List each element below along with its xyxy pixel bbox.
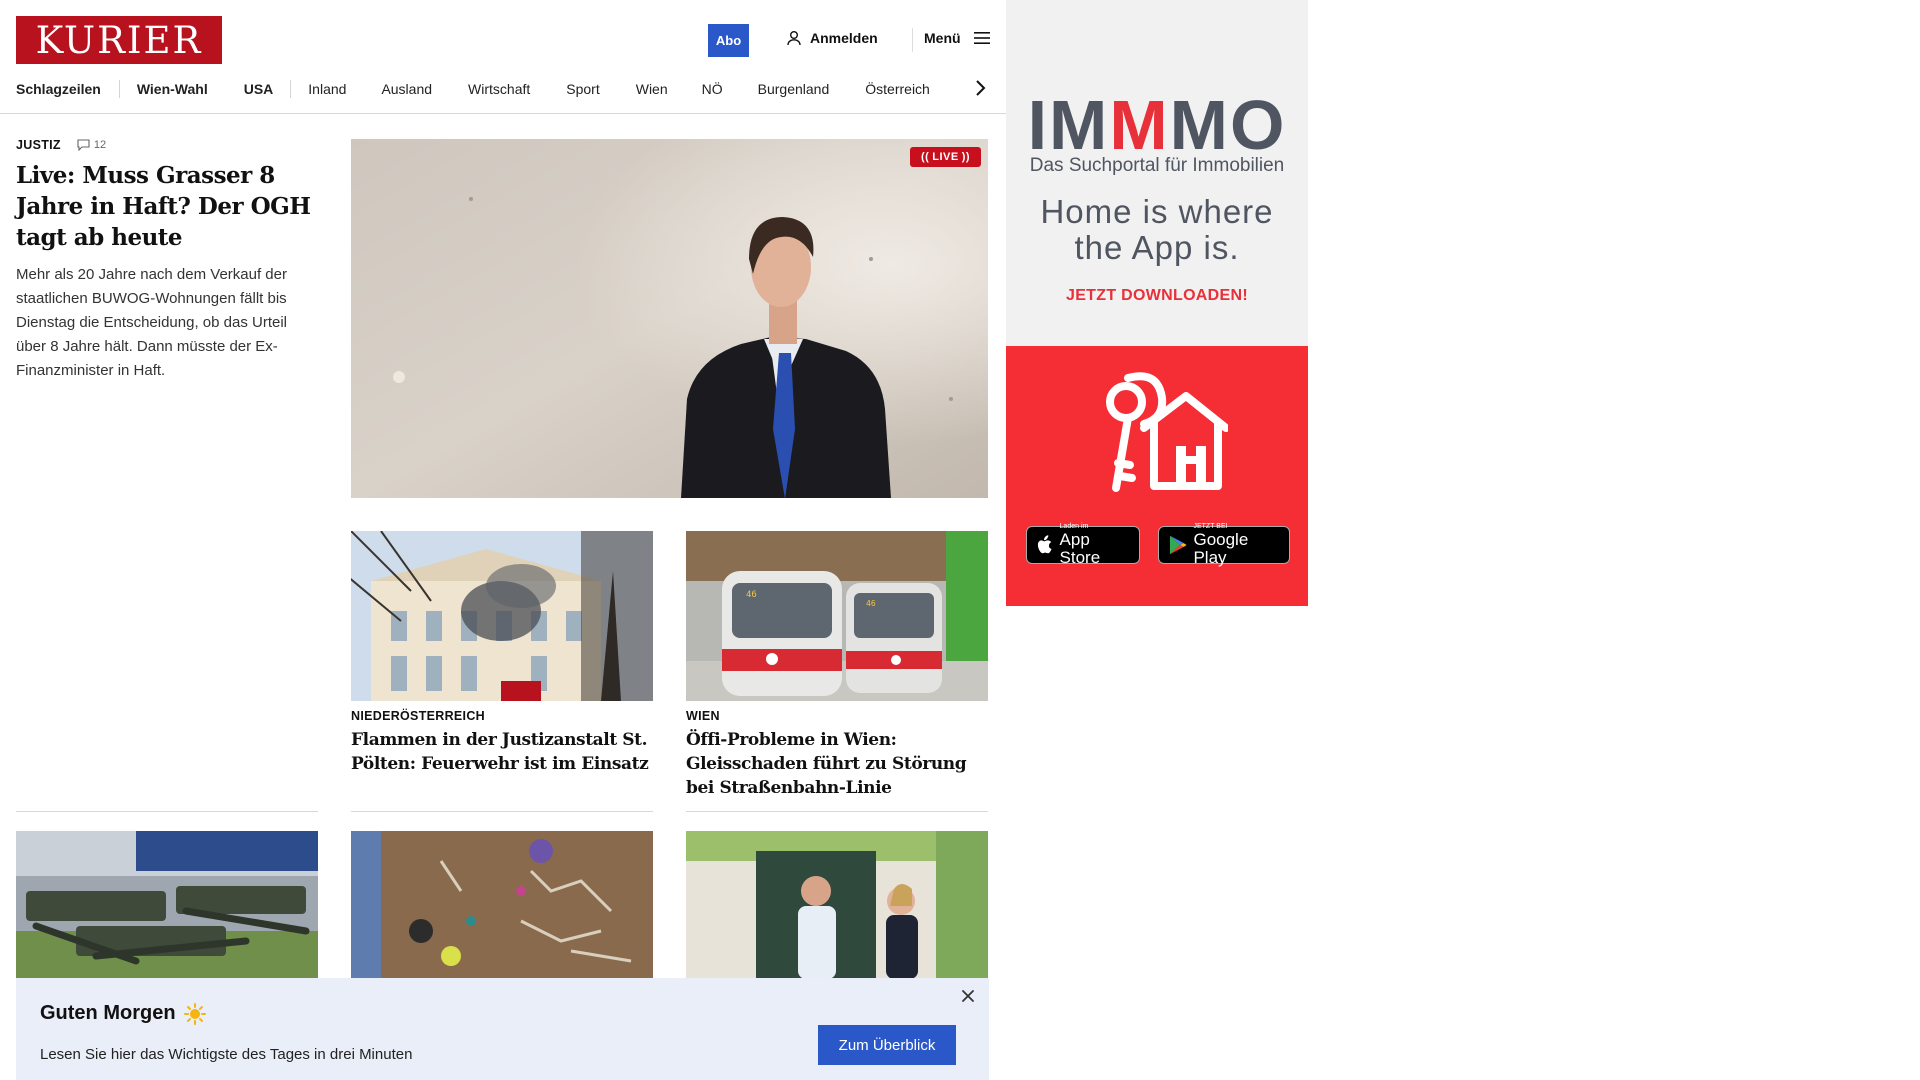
nav-item-usa[interactable]: USA: [244, 81, 274, 97]
nav-scroll-right-button[interactable]: [970, 78, 990, 98]
house-key-icon: [1106, 372, 1228, 492]
immmo-tagline: Das Suchportal für Immobilien: [1029, 155, 1285, 176]
google-play-icon: [1169, 535, 1187, 555]
nav-divider: [118, 80, 120, 98]
live-signal-icon: ((: [920, 151, 930, 163]
immmo-ad-bottom[interactable]: Laden im App Store JETZT BEI Google Play: [1006, 346, 1308, 606]
immmo-brand-part: M: [1109, 86, 1170, 164]
banner-subtitle: Lesen Sie hier das Wichtigste des Tages …: [40, 1046, 413, 1063]
article-card[interactable]: 46 46 WIEN Öffi-Probleme in Wien: Gleiss…: [686, 531, 988, 801]
nav-item-noe[interactable]: NÖ: [702, 81, 723, 97]
overview-button[interactable]: Zum Überblick: [818, 1025, 956, 1065]
google-play-label: Google Play: [1193, 530, 1249, 567]
menu-label: Menü: [924, 30, 961, 46]
immmo-ad-top[interactable]: IMMMO Das Suchportal für Immobilien Home…: [1006, 0, 1308, 346]
live-label: LIVE: [932, 151, 959, 163]
comment-count[interactable]: 12: [77, 139, 106, 151]
article-image-tram[interactable]: 46 46: [686, 531, 988, 701]
svg-text:46: 46: [866, 599, 876, 608]
lead-headline[interactable]: Live: Muss Grasser 8 Jahre in Haft? Der …: [16, 160, 316, 253]
user-icon: [787, 31, 801, 46]
immmo-headline-line: the App is.: [1074, 229, 1240, 266]
nav-bottom-border: [0, 113, 1006, 114]
immmo-headline: Home is where the App is.: [1006, 194, 1308, 266]
google-play-button[interactable]: JETZT BEI Google Play: [1158, 523, 1290, 567]
article-kicker[interactable]: NIEDERÖSTERREICH: [351, 709, 485, 723]
lead-article[interactable]: JUSTIZ 12 Live: Muss Grasser 8 Jahre in …: [16, 138, 316, 383]
nav-item-wien[interactable]: Wien: [636, 81, 668, 97]
sun-icon: [183, 1002, 206, 1025]
article-headline[interactable]: Öffi-Probleme in Wien: Gleisschaden führ…: [686, 728, 988, 800]
immmo-brand-part: IM: [1027, 86, 1110, 164]
header-divider: [912, 28, 913, 52]
banner-close-button[interactable]: [958, 986, 978, 1006]
banner-title: Guten Morgen: [40, 1002, 206, 1025]
menu-button[interactable]: Menü: [924, 30, 991, 46]
article-headline[interactable]: Flammen in der Justizanstalt St. Pölten:…: [351, 728, 653, 776]
login-label: Anmelden: [810, 30, 878, 46]
comment-count-value: 12: [93, 139, 107, 151]
article-kicker[interactable]: WIEN: [686, 709, 720, 723]
excavation-photo-graphic: [351, 831, 653, 979]
immmo-brand-logo: IMMMO: [1006, 88, 1308, 162]
section-nav: Schlagzeilen Wien-Wahl USA Inland Auslan…: [16, 76, 990, 102]
immmo-download-cta[interactable]: JETZT DOWNLOADEN!: [1006, 287, 1308, 305]
close-icon: [962, 990, 974, 1002]
immmo-headline-line: Home is where: [1040, 193, 1274, 230]
column-divider: [686, 811, 988, 812]
couple-photo-graphic: [686, 831, 988, 979]
live-badge: (( LIVE )): [910, 147, 981, 167]
tram-photo-graphic: 46 46: [686, 531, 988, 701]
abo-button[interactable]: Abo: [708, 24, 749, 57]
fire-photo-graphic: [351, 531, 653, 701]
login-link[interactable]: Anmelden: [786, 30, 878, 46]
article-image-tanks[interactable]: [16, 831, 318, 979]
chevron-right-icon: [976, 80, 986, 96]
article-card[interactable]: NIEDERÖSTERREICH Flammen in der Justizan…: [351, 531, 653, 801]
good-morning-banner: Guten Morgen Lesen Sie hier das Wichtigs…: [16, 978, 989, 1080]
tanks-photo-graphic: [16, 831, 318, 979]
hamburger-icon: [973, 32, 990, 44]
nav-item-burgenland[interactable]: Burgenland: [758, 81, 830, 97]
lead-photo-graphic: [351, 139, 988, 498]
comment-icon: [77, 139, 90, 151]
column-divider: [351, 811, 653, 812]
nav-item-oesterreich[interactable]: Österreich: [865, 81, 930, 97]
live-signal-icon: )): [961, 151, 971, 163]
lead-teaser: Mehr als 20 Jahre nach dem Verkauf der s…: [16, 266, 287, 379]
nav-item-wirtschaft[interactable]: Wirtschaft: [468, 81, 530, 97]
svg-text:46: 46: [746, 590, 757, 600]
kurier-logo[interactable]: KURIER: [16, 16, 222, 64]
nav-divider: [290, 80, 292, 98]
lead-image[interactable]: [351, 139, 988, 498]
lead-kicker[interactable]: JUSTIZ: [16, 138, 61, 152]
apple-icon: [1037, 535, 1052, 554]
nav-item-wien-wahl[interactable]: Wien-Wahl: [137, 81, 208, 97]
nav-item-sport[interactable]: Sport: [566, 81, 599, 97]
nav-item-schlagzeilen[interactable]: Schlagzeilen: [16, 81, 101, 97]
nav-item-inland[interactable]: Inland: [308, 81, 346, 97]
immmo-brand-part: MO: [1169, 86, 1287, 164]
nav-item-ausland[interactable]: Ausland: [381, 81, 432, 97]
article-image-fire[interactable]: [351, 531, 653, 701]
banner-title-text: Guten Morgen: [40, 1002, 176, 1024]
article-image-excavation[interactable]: [351, 831, 653, 979]
app-store-label: App Store: [1059, 530, 1101, 567]
article-image-couple[interactable]: [686, 831, 988, 979]
app-store-button[interactable]: Laden im App Store: [1026, 523, 1140, 567]
column-divider: [16, 811, 318, 812]
